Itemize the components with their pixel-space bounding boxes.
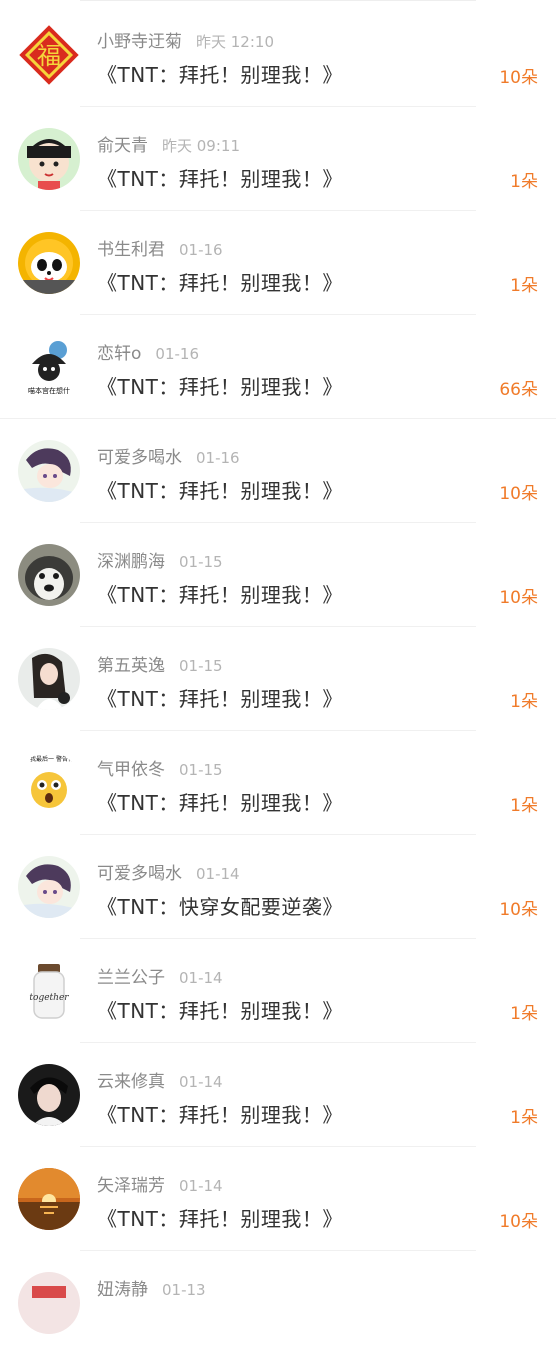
- flower-amount: 10朵: [499, 1212, 538, 1232]
- book-title[interactable]: 《TNT：拜托！别理我！》: [97, 267, 343, 296]
- girl-photo-icon[interactable]: [18, 648, 80, 710]
- flower-amount: 1朵: [510, 172, 538, 192]
- list-item[interactable]: 福 小野寺迂菊 昨天 12:10 《TNT：拜托！别理我！》 10朵: [0, 3, 556, 107]
- flower-amount: 10朵: [499, 900, 538, 920]
- timestamp: 01-14: [196, 865, 240, 883]
- timestamp: 01-16: [179, 241, 223, 259]
- list-item[interactable]: 矢泽瑞芳 01-14 《TNT：拜托！别理我！》 10朵: [0, 1147, 556, 1251]
- cartoon-girl-icon[interactable]: [18, 128, 80, 190]
- list-item[interactable]: 食，我最后一 警告你！ 气甲依冬 01-15 《TNT：拜托！别理我！》 1朵: [0, 731, 556, 835]
- user-name[interactable]: 小野寺迂菊: [97, 32, 182, 52]
- book-title[interactable]: 《TNT：拜托！别理我！》: [97, 371, 343, 400]
- emoji-icon[interactable]: 食，我最后一 警告你！: [18, 752, 80, 814]
- book-title[interactable]: 《TNT：拜托！别理我！》: [97, 59, 343, 88]
- anime-girl-icon[interactable]: [18, 440, 80, 502]
- flower-amount: 10朵: [499, 484, 538, 504]
- flower-amount: 1朵: [510, 796, 538, 816]
- boy-photo-icon[interactable]: [18, 1064, 80, 1126]
- partial-avatar-icon[interactable]: [18, 1272, 80, 1334]
- timestamp: 01-15: [179, 761, 223, 779]
- timestamp: 01-16: [155, 345, 199, 363]
- list-item[interactable]: 书生利君 01-16 《TNT：拜托！别理我！》 1朵: [0, 211, 556, 315]
- list-item[interactable]: 妞涛静 01-13: [0, 1251, 556, 1355]
- book-title[interactable]: 《TNT：拜托！别理我！》: [97, 475, 343, 504]
- user-name[interactable]: 云来修真: [97, 1072, 165, 1092]
- list-item[interactable]: 俞天青 昨天 09:11 《TNT：拜托！别理我！》 1朵: [0, 107, 556, 211]
- user-name[interactable]: 可爱多喝水: [97, 864, 182, 884]
- timestamp: 01-15: [179, 657, 223, 675]
- meme-icon[interactable]: 喵本宫在想什: [18, 336, 80, 398]
- flower-amount: 1朵: [510, 276, 538, 296]
- list-item[interactable]: together 兰兰公子 01-14 《TNT：拜托！别理我！》 1朵: [0, 939, 556, 1043]
- husky-icon[interactable]: [18, 544, 80, 606]
- jar-icon[interactable]: together: [18, 960, 80, 1022]
- user-name[interactable]: 深渊鹏海: [97, 552, 165, 572]
- book-title[interactable]: 《TNT：拜托！别理我！》: [97, 995, 343, 1024]
- svg-text:together: together: [29, 993, 69, 1003]
- svg-text:福: 福: [37, 42, 61, 70]
- flower-amount: 10朵: [499, 588, 538, 608]
- list-item[interactable]: 第五英逸 01-15 《TNT：拜托！别理我！》 1朵: [0, 627, 556, 731]
- book-title[interactable]: 《TNT：拜托！别理我！》: [97, 579, 343, 608]
- user-name[interactable]: 气甲依冬: [97, 760, 165, 780]
- fu-icon[interactable]: 福: [18, 24, 80, 86]
- user-name[interactable]: 第五英逸: [97, 656, 165, 676]
- flower-amount: 1朵: [510, 692, 538, 712]
- list-item[interactable]: 可爱多喝水 01-14 《TNT：快穿女配要逆袭》 10朵: [0, 835, 556, 939]
- svg-text:喵本宫在想什: 喵本宫在想什: [28, 386, 70, 395]
- user-name[interactable]: 俞天青: [97, 136, 148, 156]
- timestamp: 昨天 12:10: [196, 33, 274, 51]
- flower-amount: 66朵: [499, 380, 538, 400]
- list-item[interactable]: 可爱多喝水 01-16 《TNT：拜托！别理我！》 10朵: [0, 419, 556, 523]
- timestamp: 01-14: [179, 1177, 223, 1195]
- list-item[interactable]: 深渊鹏海 01-15 《TNT：拜托！别理我！》 10朵: [0, 523, 556, 627]
- timestamp: 昨天 09:11: [162, 137, 240, 155]
- timestamp: 01-16: [196, 449, 240, 467]
- sunset-icon[interactable]: [18, 1168, 80, 1230]
- svg-text:食，我最后一 警告你！: 食，我最后一 警告你！: [18, 755, 80, 763]
- anime-girl-icon[interactable]: [18, 856, 80, 918]
- user-name[interactable]: 恋轩o: [97, 344, 141, 364]
- user-name[interactable]: 矢泽瑞芳: [97, 1176, 165, 1196]
- user-name[interactable]: 兰兰公子: [97, 968, 165, 988]
- user-name[interactable]: 妞涛静: [97, 1280, 148, 1300]
- book-title[interactable]: 《TNT：拜托！别理我！》: [97, 683, 343, 712]
- panda-icon[interactable]: [18, 232, 80, 294]
- book-title[interactable]: 《TNT：拜托！别理我！》: [97, 787, 343, 816]
- timestamp: 01-14: [179, 1073, 223, 1091]
- book-title[interactable]: 《TNT：拜托！别理我！》: [97, 1099, 343, 1128]
- timestamp: 01-15: [179, 553, 223, 571]
- user-name[interactable]: 书生利君: [97, 240, 165, 260]
- top-divider: [80, 0, 476, 1]
- flower-amount: 1朵: [510, 1108, 538, 1128]
- book-title[interactable]: 《TNT：拜托！别理我！》: [97, 1203, 343, 1232]
- list-item[interactable]: 云来修真 01-14 《TNT：拜托！别理我！》 1朵: [0, 1043, 556, 1147]
- flower-amount: 10朵: [499, 68, 538, 88]
- timestamp: 01-13: [162, 1281, 206, 1299]
- book-title[interactable]: 《TNT：快穿女配要逆袭》: [97, 891, 343, 920]
- user-name[interactable]: 可爱多喝水: [97, 448, 182, 468]
- book-title[interactable]: 《TNT：拜托！别理我！》: [97, 163, 343, 192]
- flower-amount: 1朵: [510, 1004, 538, 1024]
- list-item[interactable]: 喵本宫在想什 恋轩o 01-16 《TNT：拜托！别理我！》 66朵: [0, 315, 556, 419]
- timestamp: 01-14: [179, 969, 223, 987]
